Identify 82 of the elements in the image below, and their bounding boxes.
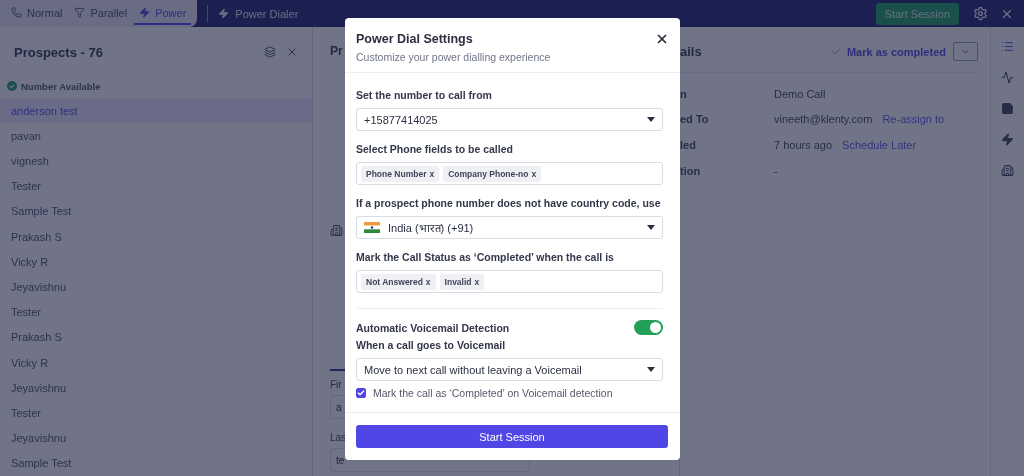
- lightning-icon[interactable]: [1001, 133, 1014, 146]
- building-icon[interactable]: [1001, 164, 1014, 177]
- dropdown-caret-icon: [647, 117, 655, 122]
- prospect-item[interactable]: Jeyavishnu: [0, 375, 312, 401]
- field-label: Mark the Call Status as ‘Completed’ when the call is: [356, 251, 615, 263]
- mode-tab[interactable]: Normal: [6, 2, 68, 25]
- india-flag-icon: [364, 222, 380, 233]
- field-label: Las: [330, 432, 347, 443]
- field-label: Select Phone fields to be called: [356, 143, 514, 155]
- prospect-item[interactable]: anderson test: [0, 97, 312, 124]
- prospect-item[interactable]: Jeyavishnu: [0, 425, 312, 451]
- prospect-item[interactable]: Tester: [0, 400, 312, 426]
- prospect-item[interactable]: Tester: [0, 299, 312, 325]
- start-session-button[interactable]: Start Session: [356, 425, 668, 448]
- detail-value: Demo Call: [774, 87, 826, 100]
- prospect-item[interactable]: Prakash S: [0, 324, 312, 350]
- remove-tag-button[interactable]: x: [425, 276, 431, 287]
- prospect-item[interactable]: Vicky R: [0, 350, 312, 376]
- prospect-item[interactable]: Prakash S: [0, 223, 312, 250]
- check-icon: [830, 46, 841, 57]
- detail-label: n: [680, 87, 688, 100]
- prospect-item[interactable]: pavan: [0, 123, 312, 149]
- close-icon[interactable]: [655, 32, 669, 46]
- voicemail-toggle[interactable]: [634, 320, 663, 335]
- note-icon[interactable]: [1001, 102, 1014, 115]
- field-label: Set the number to call from: [356, 89, 493, 101]
- dropdown-caret-icon: [647, 367, 655, 372]
- mark-completed-link[interactable]: Mark as completed: [830, 45, 946, 58]
- tag-chip: Company Phone-no x: [443, 165, 542, 182]
- toggle-label: Automatic Voicemail Detection: [356, 321, 510, 334]
- prospect-item[interactable]: Sample Test: [0, 198, 312, 224]
- app-title: Power Dialer: [218, 7, 299, 20]
- field-label: If a prospect phone number does not have country code, use: [356, 197, 662, 209]
- start-session-button[interactable]: Start Session: [875, 2, 959, 25]
- prospect-item[interactable]: Sample Test: [0, 450, 312, 476]
- prospect-item[interactable]: Tester: [0, 173, 312, 199]
- detail-label: tion: [680, 164, 702, 177]
- mode-tab[interactable]: Power: [134, 2, 192, 25]
- prospect-item[interactable]: vignesh: [0, 148, 312, 174]
- multi-select-field[interactable]: Not Answered x Invalid x: [356, 270, 663, 293]
- lightning-icon: [218, 8, 230, 19]
- dropdown-button[interactable]: [953, 42, 978, 61]
- detail-value: -: [774, 164, 778, 177]
- settings-icon[interactable]: [973, 6, 988, 21]
- select-field[interactable]: +15877414025: [356, 108, 663, 131]
- multi-select-field[interactable]: Phone Number x Company Phone-no x: [356, 162, 663, 185]
- detail-link[interactable]: Schedule Later: [842, 139, 917, 151]
- detail-link[interactable]: Re-assign to: [882, 113, 945, 126]
- filter-icon: [74, 7, 86, 18]
- remove-tag-button[interactable]: x: [474, 276, 480, 287]
- phone-icon: [11, 7, 22, 18]
- tag-chip: Not Answered x: [361, 273, 436, 290]
- panel-title: ails: [680, 44, 703, 59]
- layers-icon[interactable]: [264, 46, 276, 59]
- dialog-subtitle: Customize your power dialling experience: [356, 51, 552, 63]
- prospect-item[interactable]: Vicky R: [0, 249, 312, 275]
- checkbox-label: Mark the call as ‘Completed’ on Voicemail detection: [373, 387, 613, 399]
- panel-title: Prospects - 76: [14, 44, 104, 60]
- select-field[interactable]: Move to next call without leaving a Voicemail: [356, 358, 663, 381]
- remove-tag-button[interactable]: x: [531, 168, 537, 179]
- detail-label: ed To: [680, 113, 710, 126]
- section-heading: Number Available: [21, 80, 101, 92]
- prospect-item[interactable]: Jeyavishnu: [0, 274, 312, 300]
- building-icon: [330, 224, 343, 237]
- lightning-icon: [139, 7, 151, 18]
- list-icon[interactable]: [1001, 40, 1014, 53]
- checkbox[interactable]: [356, 388, 366, 398]
- field-label: When a call goes to Voicemail: [356, 339, 507, 351]
- tag-chip: Phone Number x: [361, 165, 440, 182]
- mode-tab[interactable]: Parallel: [69, 2, 133, 25]
- tag-chip: Invalid x: [439, 273, 485, 290]
- field-label: Fir: [330, 379, 342, 390]
- dropdown-caret-icon: [647, 225, 655, 230]
- pulse-icon[interactable]: [1001, 71, 1014, 84]
- detail-label: led: [680, 139, 697, 151]
- detail-value: 7 hours ago: [774, 139, 833, 151]
- panel-title: Pr: [330, 44, 343, 58]
- check-circle-icon: [7, 81, 17, 92]
- detail-value: vineeth@klenty.com: [774, 113, 873, 126]
- dialog-title: Power Dial Settings: [356, 32, 474, 46]
- remove-tag-button[interactable]: x: [429, 168, 435, 179]
- select-field[interactable]: India (भारत) (+91): [356, 216, 663, 239]
